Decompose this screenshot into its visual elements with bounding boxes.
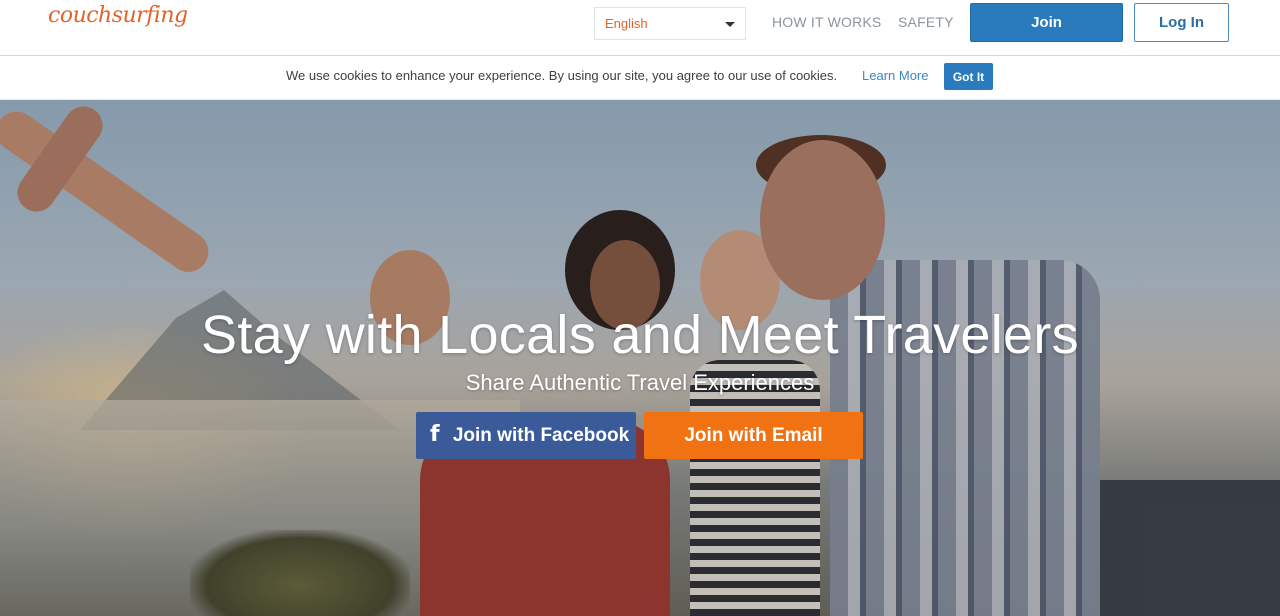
learn-more-link[interactable]: Learn More <box>862 68 928 83</box>
facebook-icon: f <box>430 422 440 447</box>
got-it-button[interactable]: Got It <box>944 63 993 90</box>
hero-title: Stay with Locals and Meet Travelers <box>201 305 1079 365</box>
nav-safety[interactable]: SAFETY <box>898 14 954 30</box>
language-select[interactable]: English <box>594 7 746 40</box>
join-button[interactable]: Join <box>970 3 1123 42</box>
hero-background-image <box>0 100 1280 616</box>
login-button[interactable]: Log In <box>1134 3 1229 42</box>
nav-how-it-works[interactable]: HOW IT WORKS <box>772 14 881 30</box>
couchsurfing-logo[interactable]: couchsurfing <box>48 3 188 28</box>
hero-section: Stay with Locals and Meet Travelers Shar… <box>0 100 1280 616</box>
cookie-banner: We use cookies to enhance your experienc… <box>0 57 1280 100</box>
language-select-value: English <box>605 16 648 31</box>
facebook-button-label: Join with Facebook <box>452 424 630 446</box>
cookie-message: We use cookies to enhance your experienc… <box>286 68 838 83</box>
join-with-facebook-button[interactable]: f Join with Facebook <box>416 412 636 459</box>
top-header: couchsurfing English HOW IT WORKS SAFETY… <box>0 0 1280 56</box>
hero-subtitle: Share Authentic Travel Experiences <box>465 370 815 395</box>
join-with-email-button[interactable]: Join with Email <box>644 412 863 459</box>
chevron-down-icon <box>725 22 735 27</box>
